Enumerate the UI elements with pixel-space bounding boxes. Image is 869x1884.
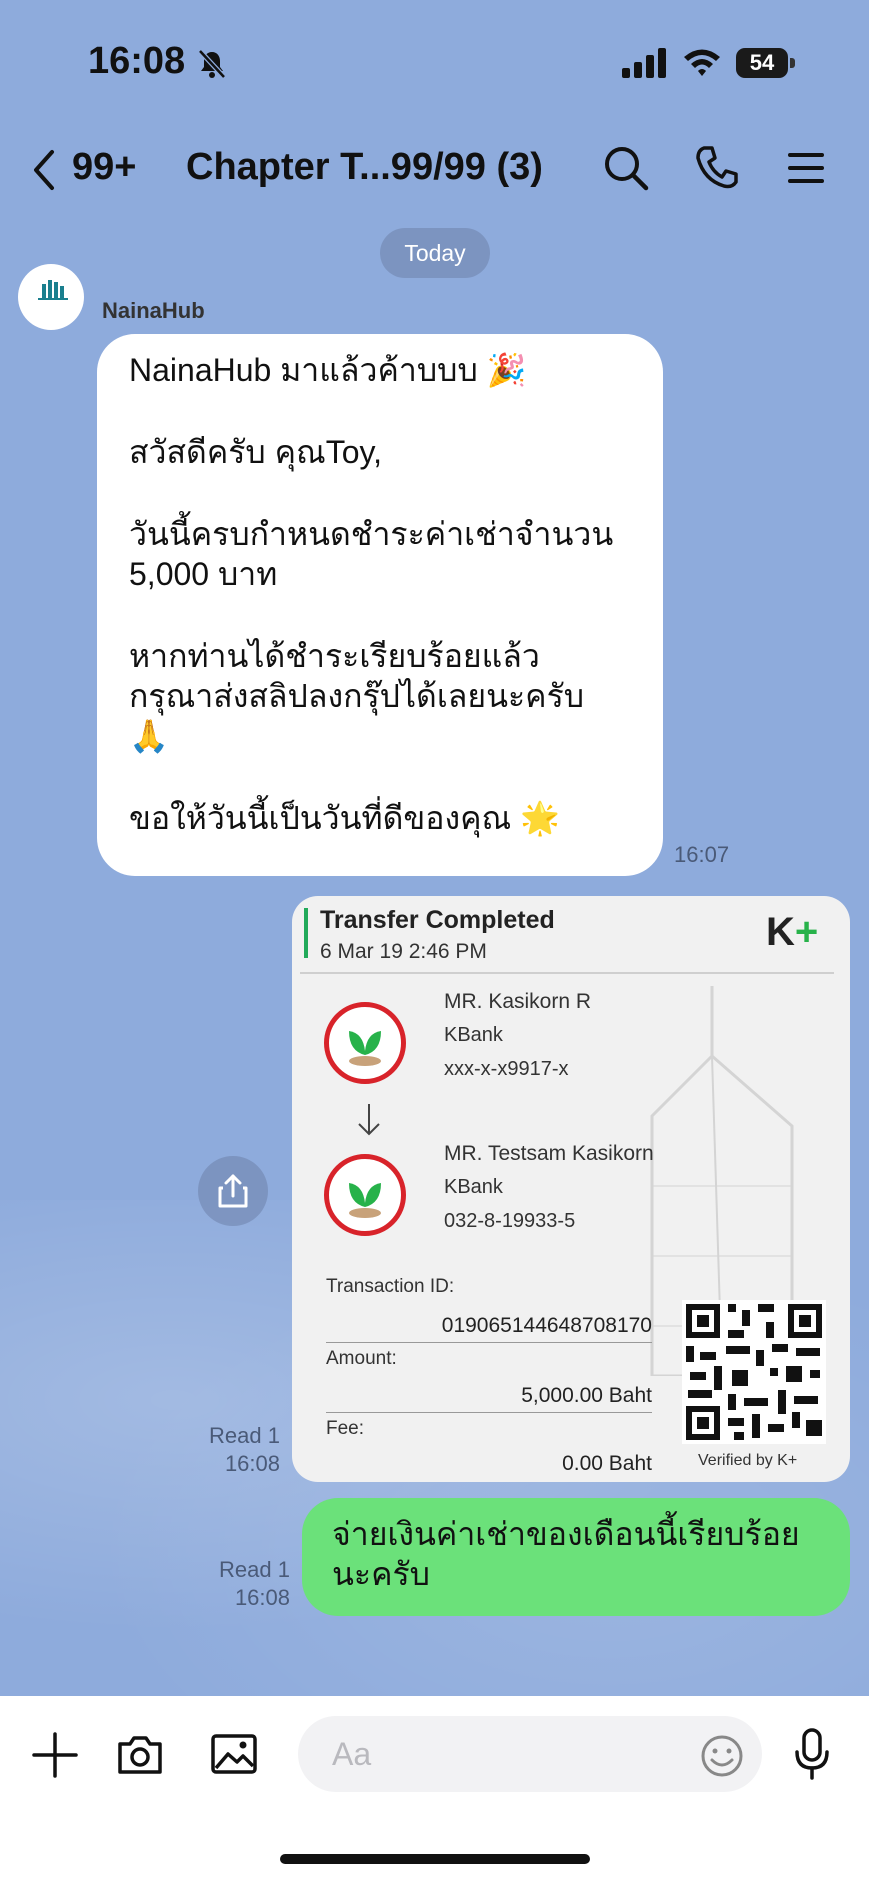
slip-title: Transfer Completed [320,906,555,934]
chat-title[interactable]: Chapter T...99/99 (3) [186,146,543,189]
chat-header: 99+ Chapter T...99/99 (3) [0,130,869,210]
amount-label: Amount: [326,1348,397,1369]
message-input-bar [0,1696,869,1884]
transfer-slip-image[interactable]: Transfer Completed 6 Mar 19 2:46 PM K+ M… [292,896,850,1482]
message-line: กรุณาส่งสลิปลงกรุ๊ปได้เลยนะครับ [129,678,585,714]
image-icon[interactable] [210,1730,258,1778]
slip-accent-bar [304,908,308,958]
share-button[interactable] [198,1156,268,1226]
arrow-down-icon [358,1104,380,1136]
incoming-message-bubble[interactable]: NainaHub มาแล้วค้าบบบ 🎉 สวัสดีครับ คุณTo… [97,334,663,876]
fee-label: Fee: [326,1418,365,1439]
battery-indicator: 54 [736,48,796,78]
kbank-logo-icon [324,1154,406,1236]
transaction-id-value: 019065144648708170 [441,1314,652,1337]
outgoing-message-bubble[interactable]: จ่ายเงินค่าเช่าของเดือนนี้เรียบร้อย นะคร… [302,1498,850,1616]
read-status: Read 1 [209,1423,280,1448]
message-line: หากท่านได้ชำระเรียบร้อยแล้ว [129,638,540,674]
receiver-account-name: MR. Testsam Kasikorn [444,1142,654,1165]
nainahub-logo-icon [38,280,68,300]
message-line: จ่ายเงินค่าเช่าของเดือนนี้เรียบร้อย [332,1516,800,1552]
kplus-logo: K+ [766,910,818,955]
message-line: 5,000 บาท [129,556,278,592]
message-line: วันนี้ครบกำหนดชำระค่าเช่าจำนวน [129,516,614,552]
message-line: สวัสดีครับ คุณToy, [129,434,383,470]
qr-code-icon [682,1300,826,1444]
sender-account-number: xxx-x-x9917-x [444,1058,569,1080]
chevron-left-icon[interactable] [28,148,62,192]
status-time: 16:08 [88,40,186,82]
battery-percent: 54 [749,50,775,75]
emoji-icon[interactable] [700,1734,744,1778]
wifi-icon [684,49,720,76]
message-time: 16:07 [674,842,730,867]
receiver-bank: KBank [444,1176,503,1198]
slip-row-divider [326,1342,652,1343]
read-status: Read 1 [219,1557,290,1582]
read-time: 16:08 [234,1585,290,1610]
plus-icon[interactable] [32,1732,78,1778]
verified-label: Verified by K+ [698,1452,798,1469]
message-line: นะครับ [332,1556,430,1592]
camera-icon[interactable] [116,1730,164,1778]
sender-bank: KBank [444,1024,503,1046]
message-line: ขอให้วันนี้เป็นวันที่ดีของคุณ 🌟 [129,800,560,836]
read-receipt: Read 1 16:08 [170,1556,290,1612]
message-line: 🙏 [129,718,169,754]
read-time: 16:08 [224,1451,280,1476]
bell-off-icon [198,49,226,79]
slip-divider [300,972,834,974]
cellular-signal-icon [622,48,666,78]
sender-account-name: MR. Kasikorn R [444,990,592,1013]
slip-row-divider [326,1412,652,1413]
fee-value: 0.00 Baht [562,1452,652,1475]
unread-count[interactable]: 99+ [72,146,136,189]
message-line: NainaHub มาแล้วค้าบบบ 🎉 [129,352,527,388]
receiver-account-number: 032-8-19933-5 [444,1210,576,1232]
kplus-k: K [766,910,795,954]
search-icon[interactable] [602,144,650,192]
message-input[interactable] [298,1716,762,1792]
hamburger-menu-icon[interactable] [786,148,826,188]
amount-value: 5,000.00 Baht [521,1384,652,1407]
date-divider: Today [380,228,490,278]
share-icon [218,1174,248,1208]
slip-date: 6 Mar 19 2:46 PM [320,940,487,963]
read-receipt: Read 1 16:08 [160,1422,280,1478]
home-indicator[interactable] [280,1854,590,1864]
battery-tip [790,58,795,68]
status-bar: 16:08 54 [0,0,869,120]
kbank-logo-icon [324,1002,406,1084]
sender-name: NainaHub [102,298,205,323]
kplus-plus: + [794,910,819,954]
transaction-id-label: Transaction ID: [326,1276,455,1297]
phone-icon[interactable] [694,144,740,192]
microphone-icon[interactable] [794,1728,830,1780]
avatar[interactable] [18,264,84,330]
